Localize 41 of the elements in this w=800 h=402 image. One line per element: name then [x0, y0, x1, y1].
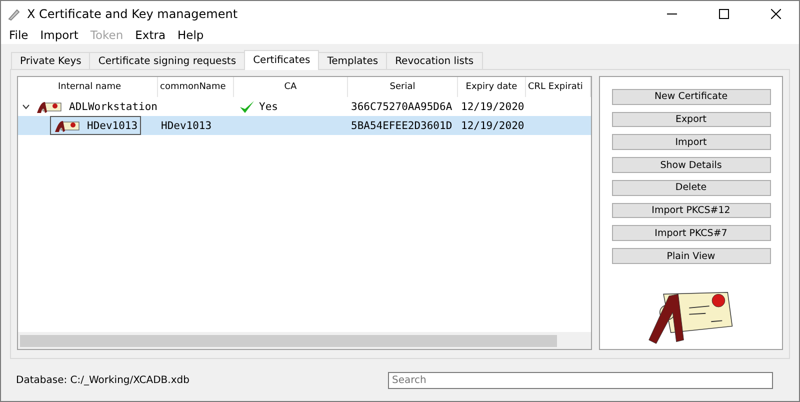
database-path: Database: C:/_Working/XCADB.xdb — [16, 374, 190, 386]
table-cell: 366C75270AA95D6A — [351, 100, 452, 112]
column-header[interactable]: commonName — [158, 77, 234, 97]
action-button[interactable]: Import — [612, 134, 770, 150]
chevron-icon[interactable] — [22, 104, 30, 110]
table-cell: HDev1013 — [161, 120, 212, 132]
action-button[interactable]: Export — [612, 112, 770, 128]
action-button[interactable]: Import PKCS#12 — [612, 202, 770, 218]
table-cell: 5BA54EFEE2D3601D — [351, 120, 452, 132]
column-header[interactable]: Expiry date — [458, 77, 526, 97]
close-icon[interactable] — [771, 8, 781, 18]
tab[interactable]: Certificates — [244, 50, 320, 70]
tree-row[interactable]: HDev1013 HDev1013 5BA54EFEE2D3601D 12/19/2020 — [18, 116, 591, 135]
action-button[interactable]: New Certificate — [612, 89, 770, 105]
tab[interactable]: Revocation lists — [386, 52, 483, 70]
app-icon — [7, 6, 21, 20]
action-button[interactable]: Show Details — [612, 157, 770, 173]
certificate-icon — [35, 100, 63, 114]
column-header[interactable]: Internal name — [18, 77, 158, 97]
search-field[interactable]: Search — [388, 372, 773, 388]
scrollbar[interactable] — [18, 332, 591, 349]
action-button[interactable]: Import PKCS#7 — [612, 225, 770, 242]
menu-item[interactable]: Extra — [129, 28, 172, 42]
table-cell: ADLWorkstation — [69, 100, 158, 112]
action-button[interactable]: Plain View — [612, 248, 770, 264]
column-header[interactable]: Serial — [348, 77, 458, 97]
table-cell: 12/19/2020 — [461, 120, 524, 132]
menu-item[interactable]: Import — [34, 28, 84, 42]
certificate-icon — [53, 118, 81, 132]
menu-item[interactable]: File — [3, 28, 34, 42]
table-cell: HDev1013 — [87, 120, 138, 132]
table-cell: 12/19/2020 — [461, 100, 524, 112]
column-header[interactable]: CRL Expirati — [526, 77, 591, 97]
menu-item[interactable]: Help — [172, 28, 210, 42]
column-header[interactable]: CA — [234, 77, 348, 97]
tree-row[interactable]: ADLWorkstation Yes 366C75270AA95D6A 12/19/2020 — [18, 97, 591, 116]
table-cell: Yes — [259, 100, 278, 112]
maximize-icon[interactable] — [719, 8, 729, 18]
window-title: X Certificate and Key management — [27, 6, 239, 20]
action-button[interactable]: Delete — [612, 180, 770, 196]
tab[interactable]: Private Keys — [11, 52, 90, 70]
